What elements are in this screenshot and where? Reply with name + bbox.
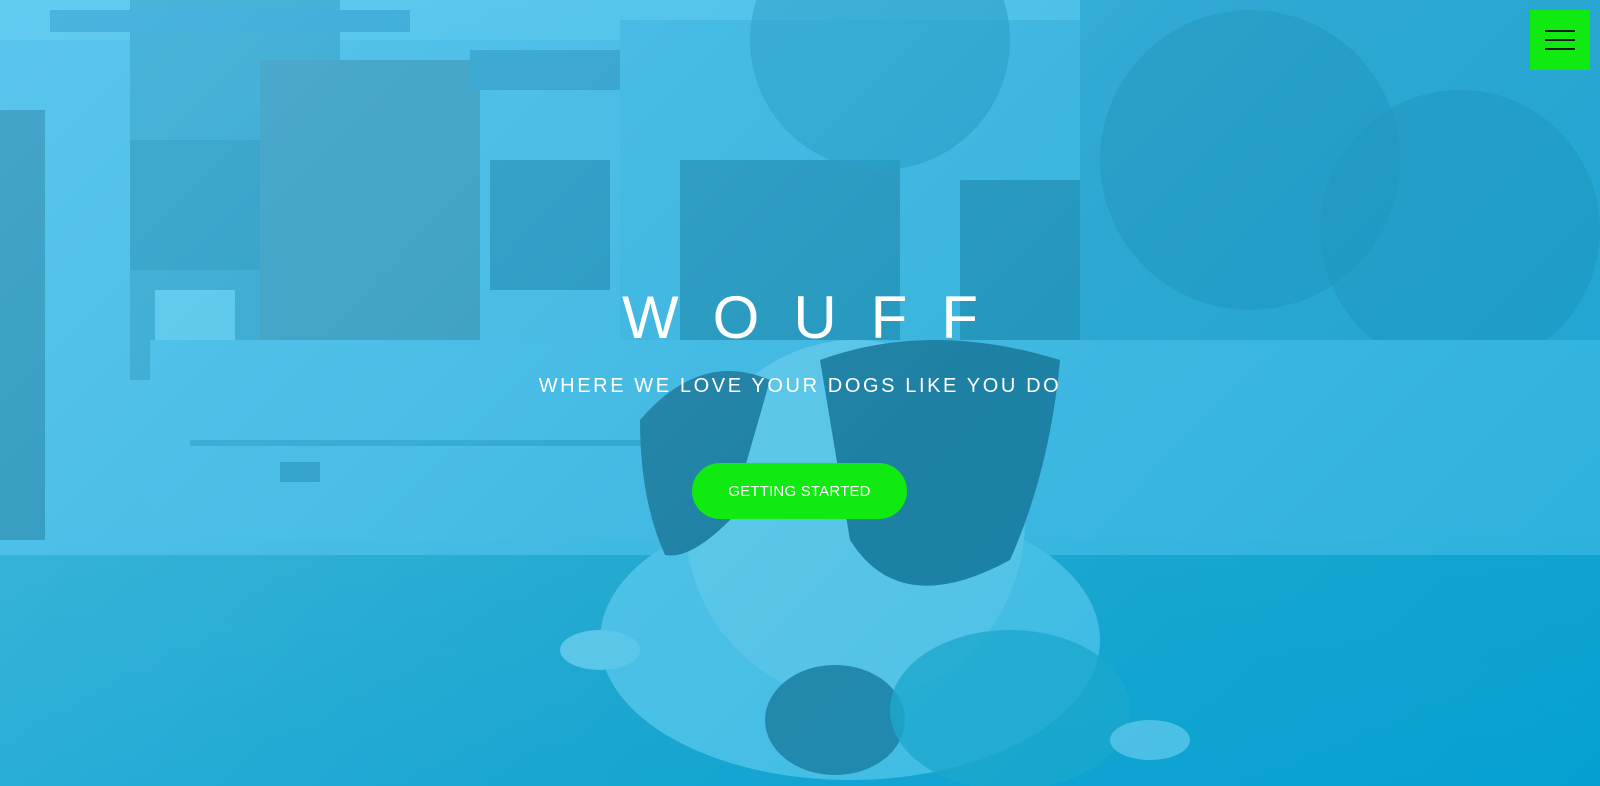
hamburger-menu-icon xyxy=(1545,39,1575,41)
hamburger-menu-icon xyxy=(1545,48,1575,50)
menu-button[interactable] xyxy=(1530,10,1590,70)
hero-section: WOUFF WHERE WE LOVE YOUR DOGS LIKE YOU D… xyxy=(0,0,1600,786)
landing-page: WOUFF WHERE WE LOVE YOUR DOGS LIKE YOU D… xyxy=(0,0,1600,786)
hamburger-menu-icon xyxy=(1545,30,1575,32)
hero-tagline: WHERE WE LOVE YOUR DOGS LIKE YOU DO xyxy=(538,375,1062,397)
getting-started-button[interactable]: GETTING STARTED xyxy=(692,463,907,519)
brand-title: WOUFF xyxy=(622,284,1012,351)
